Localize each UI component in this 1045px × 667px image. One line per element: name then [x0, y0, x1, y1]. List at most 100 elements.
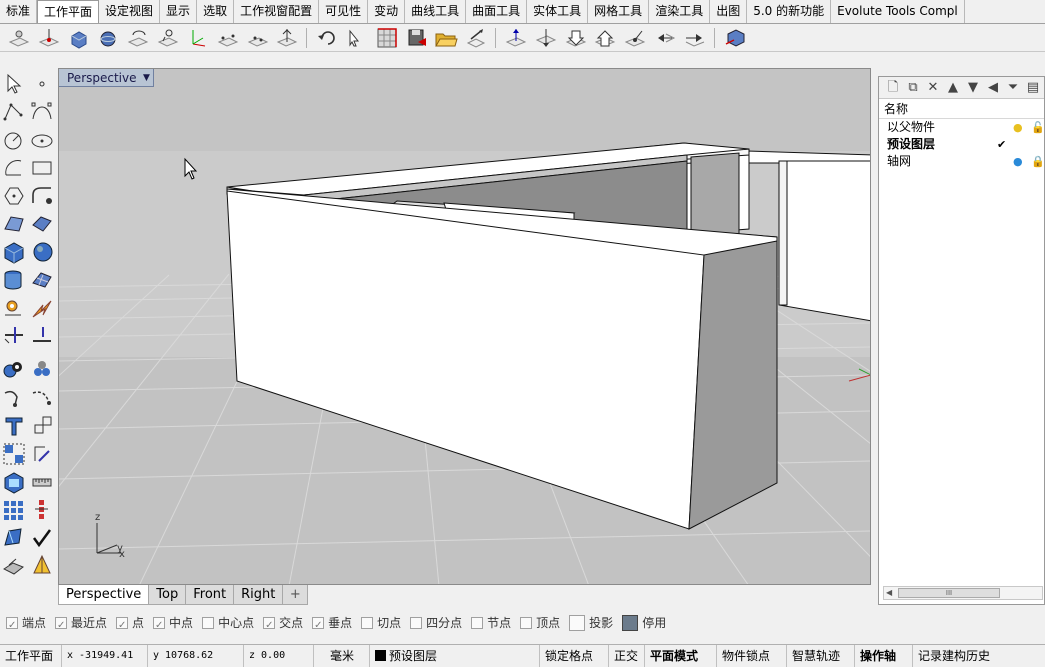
polyline-icon[interactable] — [1, 99, 27, 125]
layer-row-current[interactable]: 预设图层 ✔ — [879, 136, 1044, 153]
layer-options-icon[interactable]: ▤ — [1023, 79, 1043, 97]
checkbox[interactable] — [569, 614, 586, 631]
block-icon[interactable] — [1, 469, 27, 495]
cylinder-solid-icon[interactable] — [1, 267, 27, 293]
select-arrow-icon[interactable] — [1, 71, 27, 97]
fillet-edge-icon[interactable] — [1, 385, 27, 411]
cplane-view-icon[interactable] — [215, 26, 241, 50]
sphere-solid-icon[interactable] — [29, 239, 55, 265]
view-tab-right[interactable]: Right — [233, 585, 284, 605]
tab-standard[interactable]: 标准 — [0, 0, 38, 23]
cplane-left-icon[interactable] — [563, 26, 589, 50]
dimension-icon[interactable] — [29, 413, 55, 439]
cplane-elevation-icon[interactable] — [36, 26, 62, 50]
checkbox[interactable] — [361, 616, 374, 629]
lightbulb-on-icon[interactable]: ● — [1013, 153, 1023, 170]
perspective-viewport[interactable]: Perspective ▼ z y x — [58, 68, 871, 585]
osnap-intersection[interactable]: 交点 — [263, 612, 303, 637]
osnap-near[interactable]: 最近点 — [55, 612, 107, 637]
viewport-title[interactable]: Perspective — [59, 69, 154, 87]
array-icon[interactable] — [29, 441, 55, 467]
osnap-knot[interactable]: 节点 — [471, 612, 511, 634]
status-grid-snap[interactable]: 锁定格点 — [540, 645, 609, 667]
rectangle-icon[interactable] — [29, 155, 55, 181]
ellipse-icon[interactable] — [29, 127, 55, 153]
status-planar[interactable]: 平面模式 — [645, 645, 717, 667]
mesh-icon[interactable] — [29, 267, 55, 293]
new-sublayer-icon[interactable]: ⧉ — [903, 79, 923, 97]
checkbox[interactable] — [410, 616, 423, 629]
checkbox[interactable] — [471, 616, 484, 629]
osnap-center[interactable]: 中心点 — [202, 612, 254, 634]
light-icon[interactable] — [29, 553, 55, 579]
locked-icon[interactable]: 🔒 — [1031, 153, 1045, 170]
checkbox[interactable] — [55, 615, 68, 637]
tab-evolute-tools[interactable]: Evolute Tools Compl — [831, 0, 965, 23]
undo-cplane-icon[interactable] — [314, 26, 340, 50]
circle-icon[interactable] — [1, 127, 27, 153]
view-tab-front[interactable]: Front — [185, 585, 235, 605]
cplane-next-icon[interactable] — [682, 26, 708, 50]
text-icon[interactable] — [1, 413, 27, 439]
tab-new-in-v5[interactable]: 5.0 的新功能 — [747, 0, 832, 23]
tab-render-tools[interactable]: 渲染工具 — [649, 0, 711, 23]
layer-row[interactable]: 轴网 ● 🔒 — [879, 153, 1045, 170]
box-solid-icon[interactable] — [1, 239, 27, 265]
cplane-to-object-icon[interactable] — [66, 26, 92, 50]
delete-layer-icon[interactable]: ✕ — [923, 79, 943, 97]
tab-solid-tools[interactable]: 实体工具 — [527, 0, 589, 23]
osnap-point[interactable]: 点 — [116, 612, 144, 637]
tab-visibility[interactable]: 可见性 — [319, 0, 369, 23]
view-tab-perspective[interactable]: Perspective — [58, 585, 150, 605]
arc-icon[interactable] — [1, 155, 27, 181]
osnap-project[interactable]: 投影 — [569, 612, 613, 634]
osnap-disable[interactable]: 停用 — [622, 612, 666, 634]
checkbox[interactable] — [153, 615, 166, 637]
split-icon[interactable] — [29, 323, 55, 349]
status-cplane[interactable]: 工作平面 — [0, 645, 62, 667]
trim-icon[interactable] — [1, 323, 27, 349]
save-cplane-icon[interactable] — [404, 26, 430, 50]
osnap-quad[interactable]: 四分点 — [410, 612, 462, 634]
group-icon[interactable] — [1, 441, 27, 467]
new-layer-icon[interactable]: 🗋 — [883, 79, 903, 97]
checkbox[interactable] — [6, 615, 18, 637]
cplane-curve-icon[interactable] — [274, 26, 300, 50]
layers-column-header[interactable]: 名称 — [879, 99, 1044, 119]
osnap-vertex[interactable]: 顶点 — [520, 612, 560, 634]
tab-curve-tools[interactable]: 曲线工具 — [405, 0, 467, 23]
tab-transform[interactable]: 变动 — [368, 0, 406, 23]
scroll-thumb[interactable]: III — [898, 588, 1000, 598]
cplane-right-icon[interactable] — [592, 26, 618, 50]
explode-icon[interactable] — [29, 295, 55, 321]
named-cplanes-icon[interactable] — [463, 26, 489, 50]
tab-set-view[interactable]: 设定视图 — [99, 0, 161, 23]
tab-surface-tools[interactable]: 曲面工具 — [466, 0, 528, 23]
osnap-end[interactable]: 端点 — [6, 612, 46, 637]
boolean-split-icon[interactable] — [29, 357, 55, 383]
move-to-parent-icon[interactable]: ◀ — [983, 79, 1003, 97]
point-icon[interactable] — [29, 71, 55, 97]
cplane-object-icon[interactable] — [722, 26, 748, 50]
tab-select[interactable]: 选取 — [197, 0, 235, 23]
render-icon[interactable] — [1, 553, 27, 579]
cplane-origin-icon[interactable] — [6, 26, 32, 50]
osnap-mid[interactable]: 中点 — [153, 612, 193, 637]
status-gumball[interactable]: 操作轴 — [855, 645, 913, 667]
tab-display[interactable]: 显示 — [160, 0, 198, 23]
cplane-rotate-icon[interactable] — [125, 26, 151, 50]
cplane-3point-icon[interactable] — [155, 26, 181, 50]
extrude-surface-icon[interactable] — [29, 211, 55, 237]
surface-from-points-icon[interactable] — [1, 211, 27, 237]
filter-icon[interactable]: ⏷ — [1003, 79, 1023, 97]
layer-row[interactable]: 以父物件 ● 🔓 — [879, 119, 1045, 136]
move-up-icon[interactable]: ▲ — [943, 79, 963, 97]
osnap-perpendicular[interactable]: 垂点 — [312, 612, 352, 637]
tab-cplanes[interactable]: 工作平面 — [37, 0, 100, 23]
lightbulb-on-icon[interactable]: ● — [1013, 119, 1023, 136]
status-units[interactable]: 毫米 — [314, 645, 370, 667]
checkbox[interactable] — [116, 615, 129, 637]
tab-viewport-layout[interactable]: 工作视窗配置 — [234, 0, 320, 23]
cplane-world-icon[interactable] — [245, 26, 271, 50]
checkbox[interactable] — [263, 615, 276, 637]
